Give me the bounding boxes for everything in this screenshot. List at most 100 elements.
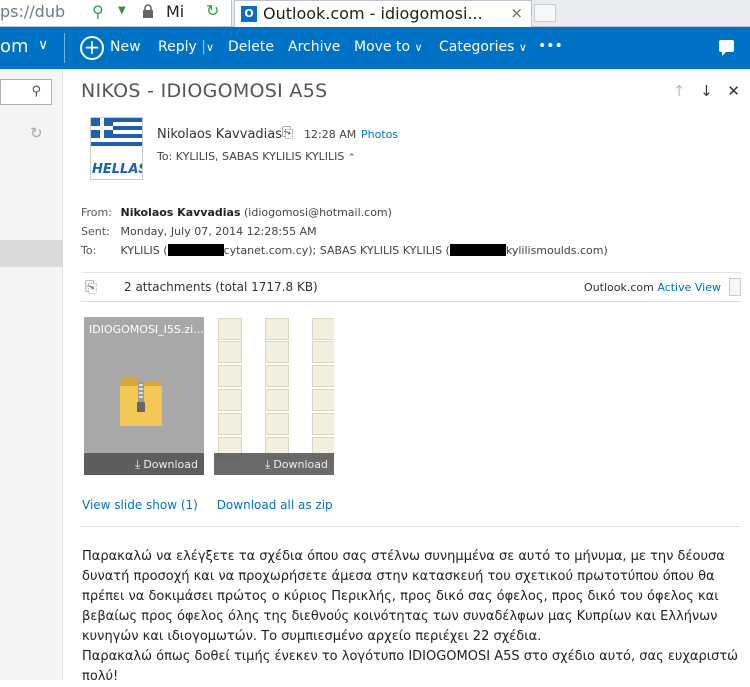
previous-message-icon[interactable]: ↑ <box>673 82 686 100</box>
thumbnail <box>312 389 334 411</box>
folder-sidebar: ⚲ ↻ <box>0 69 63 680</box>
from-name[interactable]: Nikolaos Kavvadias <box>121 206 241 219</box>
new-icon[interactable]: + <box>80 36 104 60</box>
dropdown-icon[interactable]: ▼ <box>118 5 126 16</box>
new-tab-button[interactable] <box>534 4 556 22</box>
attachment-icon: ⎘ <box>85 278 98 296</box>
to-recipient-3: kylilismoulds.com) <box>505 244 608 257</box>
chat-icon[interactable] <box>719 40 734 56</box>
from-row: From: Nikolaos Kavvadias (idiogomosi@hot… <box>81 206 392 219</box>
message-subject: NIKOS - IDIOGOMOSI A5S <box>81 80 328 102</box>
scroll-handle[interactable] <box>729 278 741 296</box>
viewer-prefix: Outlook.com <box>584 281 654 294</box>
archive-button[interactable]: Archive <box>288 39 340 55</box>
message-navigation: ↑ ↓ ✕ <box>663 82 740 100</box>
close-icon[interactable]: ✕ <box>727 82 740 100</box>
reading-pane: NIKOS - IDIOGOMOSI A5S ↑ ↓ ✕ HELLAS Niko… <box>64 69 750 684</box>
move-to-label: Move to <box>354 39 411 55</box>
attachments-summary: 2 attachments (total 1717.8 KB) <box>124 280 318 294</box>
thumbnail <box>265 389 289 411</box>
chevron-down-icon: ∨ <box>518 41 527 54</box>
attachment-card[interactable]: IDIOGOMOSI_I5S.zi... ⤓ Download <box>84 317 204 475</box>
refresh-icon[interactable]: ↻ <box>30 124 43 142</box>
attachment-card[interactable]: ⤓ Download <box>214 317 334 475</box>
from-email: (idiogomosi@hotmail.com) <box>244 206 392 219</box>
greek-flag-icon: HELLAS <box>91 118 143 179</box>
app-brand[interactable]: om <box>0 36 29 57</box>
thumbnail <box>218 365 242 387</box>
zip-folder-icon <box>120 378 162 426</box>
photos-link[interactable]: Photos <box>361 128 398 141</box>
recipients-summary[interactable]: To: KYLILIS, SABAS KYLILIS KYLILIS ⌃ <box>157 150 355 163</box>
refresh-icon[interactable]: ↻ <box>206 1 219 20</box>
sent-row: Sent: Monday, July 07, 2014 12:28:55 AM <box>81 225 317 238</box>
active-view-link[interactable]: Outlook.com Active View <box>584 281 721 294</box>
reply-button[interactable]: Reply |∨ <box>158 39 214 55</box>
tab-title: Outlook.com - idiogomosi... <box>263 4 483 23</box>
viewer-link[interactable]: Active View <box>657 281 721 294</box>
outlook-favicon-icon: O <box>241 6 257 22</box>
search-icon[interactable]: ⚲ <box>31 84 41 99</box>
download-zip-link[interactable]: Download all as zip <box>217 498 333 512</box>
attachment-filename: IDIOGOMOSI_I5S.zi... <box>89 323 204 336</box>
chevron-down-icon[interactable]: ∨ <box>206 41 214 54</box>
thumbnail <box>218 318 242 340</box>
message-time: 12:28 AM <box>304 128 357 141</box>
browser-bar: ps://dub ⚲ ▼ Mi ↻ O Outlook.com - idiogo… <box>0 0 750 27</box>
chevron-down-icon[interactable]: ∨ <box>38 37 48 53</box>
recipients-text: To: KYLILIS, SABAS KYLILIS KYLILIS <box>157 150 345 163</box>
avatar[interactable]: HELLAS <box>90 117 143 180</box>
thumbnail <box>265 365 289 387</box>
download-button[interactable]: ⤓ Download <box>84 453 204 475</box>
avatar-text: HELLAS <box>92 162 143 177</box>
move-to-button[interactable]: Move to ∨ <box>354 39 423 55</box>
thumbnail <box>218 389 242 411</box>
to-recipient-2: cytanet.com.cy); SABAS KYLILIS KYLILIS ( <box>223 244 450 257</box>
reply-label: Reply <box>158 39 197 55</box>
thumbnail <box>312 341 334 363</box>
slideshow-link[interactable]: View slide show (1) <box>82 498 198 512</box>
new-button[interactable]: New <box>110 39 141 55</box>
delete-button[interactable]: Delete <box>228 39 274 55</box>
command-bar: om ∨ + New Reply |∨ Delete Archive Move … <box>0 27 750 69</box>
site-identity[interactable]: Mi <box>166 2 184 21</box>
divider <box>64 33 65 63</box>
thumbnail <box>312 365 334 387</box>
divider <box>81 526 741 527</box>
message-body: Παρακαλώ να ελέγξετε τα σχέδια όπου σας … <box>82 547 744 687</box>
next-message-icon[interactable]: ↓ <box>700 82 713 100</box>
redaction-box <box>449 244 506 256</box>
thumbnail <box>218 413 242 435</box>
thumbnail <box>312 413 334 435</box>
search-input[interactable]: ⚲ <box>0 79 52 105</box>
address-bar[interactable]: ps://dub ⚲ ▼ Mi ↻ <box>0 0 232 26</box>
lock-icon[interactable] <box>142 4 154 18</box>
download-button[interactable]: ⤓ Download <box>214 453 334 475</box>
close-icon[interactable]: × <box>510 4 523 22</box>
attachment-actions: View slide show (1) Download all as zip <box>82 498 348 512</box>
redaction-box <box>167 244 224 256</box>
download-label: Download <box>273 458 328 471</box>
thumbnail <box>265 341 289 363</box>
to-recipient-1: KYLILIS ( <box>120 244 168 257</box>
attachments-bar: ⎘ 2 attachments (total 1717.8 KB) Outloo… <box>81 272 741 302</box>
thumbnail <box>218 341 242 363</box>
collapse-icon[interactable]: ⌃ <box>348 153 356 163</box>
categories-label: Categories <box>439 39 515 55</box>
sender-name[interactable]: Nikolaos Kavvadias <box>157 127 282 142</box>
browser-tab[interactable]: O Outlook.com - idiogomosi... × <box>234 0 532 27</box>
search-icon[interactable]: ⚲ <box>92 2 104 21</box>
categories-button[interactable]: Categories ∨ <box>439 39 527 55</box>
selected-folder[interactable] <box>0 240 63 267</box>
address-url[interactable]: ps://dub <box>0 2 65 21</box>
body-paragraph: Παρακαλώ να ελέγξετε τα σχέδια όπου σας … <box>82 549 725 644</box>
sent-label: Sent: <box>81 225 110 238</box>
download-label: Download <box>143 458 198 471</box>
to-row: To: KYLILIS ( cytanet.com.cy); SABAS KYLI… <box>81 244 608 257</box>
more-actions-button[interactable]: ••• <box>538 38 563 54</box>
to-label: To: <box>81 244 97 257</box>
thumbnail <box>265 413 289 435</box>
sent-value: Monday, July 07, 2014 12:28:55 AM <box>120 225 317 238</box>
body-paragraph: Παρακαλώ όπως δοθεί τιμής ένεκεν το λογό… <box>82 649 739 684</box>
from-label: From: <box>81 206 112 219</box>
